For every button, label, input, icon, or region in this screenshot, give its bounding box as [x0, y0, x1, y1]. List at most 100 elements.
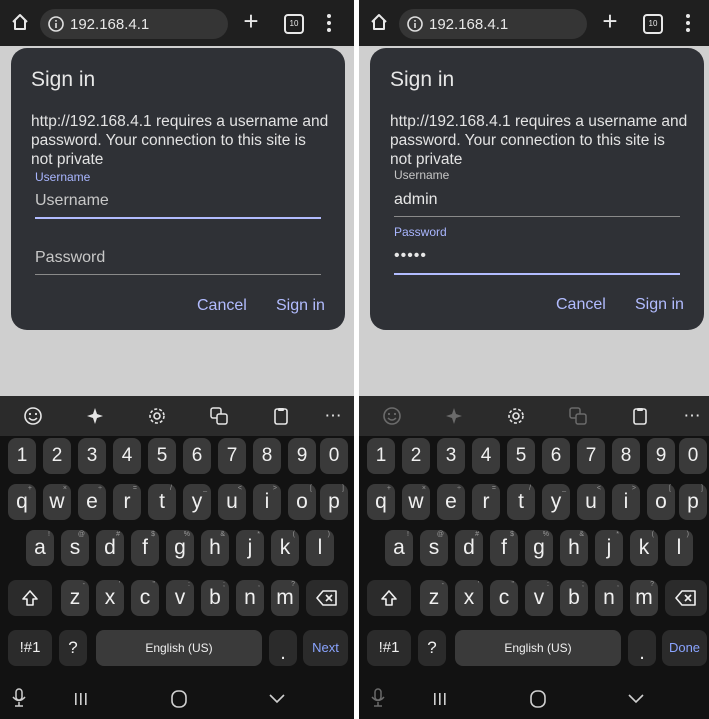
translate-icon[interactable]	[567, 405, 589, 427]
key-u[interactable]: < u	[577, 484, 605, 520]
key-q[interactable]: + q	[367, 484, 395, 520]
key-e[interactable]: ÷ e	[78, 484, 106, 520]
key-5[interactable]: 5	[507, 438, 535, 474]
sparkle-icon[interactable]	[443, 405, 465, 427]
key-g[interactable]: % g	[166, 530, 194, 566]
key-9[interactable]: 9	[647, 438, 675, 474]
key-h[interactable]: & h	[201, 530, 229, 566]
key-h[interactable]: & h	[560, 530, 588, 566]
key-4[interactable]: 4	[113, 438, 141, 474]
home-nav-icon[interactable]	[171, 690, 187, 708]
key-w[interactable]: × w	[402, 484, 430, 520]
key-e[interactable]: ÷ e	[437, 484, 465, 520]
key-f[interactable]: $ f	[490, 530, 518, 566]
key-v[interactable]: :v	[525, 580, 553, 616]
cancel-button[interactable]: Cancel	[556, 296, 606, 314]
period-key[interactable]: .	[628, 630, 656, 666]
period-key[interactable]: .	[269, 630, 297, 666]
sparkle-icon[interactable]	[84, 405, 106, 427]
space-bar[interactable]: English (US)	[455, 630, 621, 666]
home-icon[interactable]	[369, 12, 389, 32]
key-9[interactable]: 9	[288, 438, 316, 474]
password-field[interactable]: •••••	[394, 247, 680, 273]
more-icon[interactable]: ⋯	[681, 405, 703, 427]
key-u[interactable]: < u	[218, 484, 246, 520]
key-s[interactable]: @ s	[61, 530, 89, 566]
key-0[interactable]: 0	[679, 438, 707, 474]
key-x[interactable]: ' x	[455, 580, 483, 616]
key-0[interactable]: 0	[320, 438, 348, 474]
clipboard-icon[interactable]	[629, 405, 651, 427]
sign-in-button[interactable]: Sign in	[276, 297, 325, 315]
key-q[interactable]: + q	[8, 484, 36, 520]
password-field[interactable]: Password	[35, 249, 321, 275]
username-field[interactable]: admin	[394, 191, 680, 217]
home-icon[interactable]	[10, 12, 30, 32]
backspace-key[interactable]	[665, 580, 707, 616]
key-y[interactable]: _ y	[183, 484, 211, 520]
key-c[interactable]: " c	[490, 580, 518, 616]
key-6[interactable]: 6	[183, 438, 211, 474]
mic-icon[interactable]	[12, 688, 26, 708]
done-key[interactable]: Done	[662, 630, 707, 666]
key-s[interactable]: @ s	[420, 530, 448, 566]
recents-icon[interactable]	[432, 692, 448, 706]
key-o[interactable]: [o	[288, 484, 316, 520]
info-icon[interactable]	[407, 16, 423, 32]
key-p[interactable]: ] p	[320, 484, 348, 520]
key-d[interactable]: # d	[96, 530, 124, 566]
key-8[interactable]: 8	[253, 438, 281, 474]
overflow-menu-icon[interactable]	[685, 12, 691, 34]
plus-icon[interactable]: +	[240, 8, 262, 34]
key-t[interactable]: / t	[148, 484, 176, 520]
shift-key[interactable]	[367, 580, 411, 616]
translate-icon[interactable]	[208, 405, 230, 427]
emoji-icon[interactable]	[22, 405, 44, 427]
overflow-menu-icon[interactable]	[326, 12, 332, 34]
key-r[interactable]: = r	[113, 484, 141, 520]
space-bar[interactable]: English (US)	[96, 630, 262, 666]
plus-icon[interactable]: +	[599, 8, 621, 34]
key-8[interactable]: 8	[612, 438, 640, 474]
key-j[interactable]: * j	[236, 530, 264, 566]
key-o[interactable]: [o	[647, 484, 675, 520]
key-z[interactable]: -z	[420, 580, 448, 616]
key-n[interactable]: ,n	[236, 580, 264, 616]
username-field[interactable]: Username	[35, 192, 321, 218]
cancel-button[interactable]: Cancel	[197, 297, 247, 315]
key-f[interactable]: $ f	[131, 530, 159, 566]
key-1[interactable]: 1	[8, 438, 36, 474]
key-7[interactable]: 7	[218, 438, 246, 474]
key-w[interactable]: × w	[43, 484, 71, 520]
key-n[interactable]: ,n	[595, 580, 623, 616]
shift-key[interactable]	[8, 580, 52, 616]
key-3[interactable]: 3	[437, 438, 465, 474]
key-g[interactable]: % g	[525, 530, 553, 566]
key-a[interactable]: ! a	[385, 530, 413, 566]
clipboard-icon[interactable]	[270, 405, 292, 427]
key-b[interactable]: ; b	[201, 580, 229, 616]
key-x[interactable]: ' x	[96, 580, 124, 616]
backspace-key[interactable]	[306, 580, 348, 616]
key-i[interactable]: > i	[612, 484, 640, 520]
gear-icon[interactable]	[505, 405, 527, 427]
key-2[interactable]: 2	[402, 438, 430, 474]
recents-icon[interactable]	[73, 692, 89, 706]
key-5[interactable]: 5	[148, 438, 176, 474]
key-k[interactable]: (k	[271, 530, 299, 566]
key-m[interactable]: ? m	[271, 580, 299, 616]
more-icon[interactable]: ⋯	[322, 405, 344, 427]
tab-switcher-icon[interactable]: 10	[284, 14, 304, 34]
key-z[interactable]: -z	[61, 580, 89, 616]
key-m[interactable]: ? m	[630, 580, 658, 616]
sign-in-button[interactable]: Sign in	[635, 296, 684, 314]
key-7[interactable]: 7	[577, 438, 605, 474]
address-bar[interactable]: 192.168.4.1	[399, 9, 587, 39]
key-b[interactable]: ; b	[560, 580, 588, 616]
key-a[interactable]: ! a	[26, 530, 54, 566]
key-6[interactable]: 6	[542, 438, 570, 474]
key-3[interactable]: 3	[78, 438, 106, 474]
key-d[interactable]: # d	[455, 530, 483, 566]
info-icon[interactable]	[48, 16, 64, 32]
key-r[interactable]: = r	[472, 484, 500, 520]
